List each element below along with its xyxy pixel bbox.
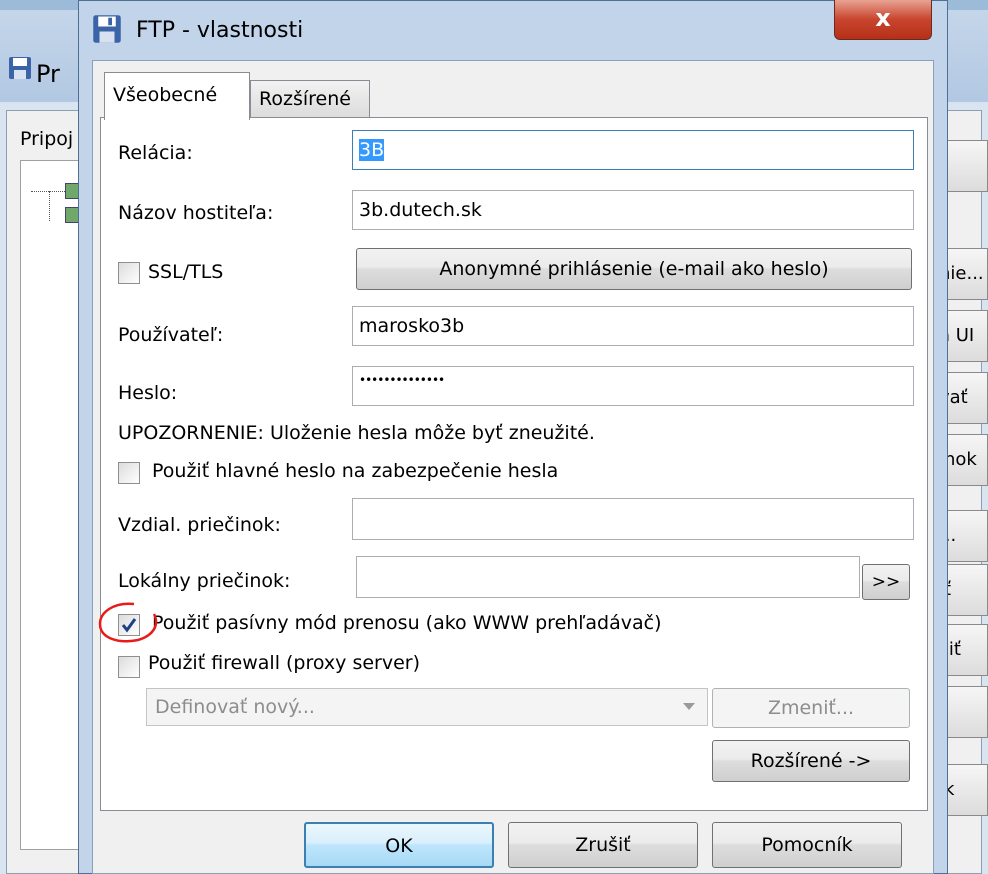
red-circle-annotation-icon: [98, 602, 158, 643]
master-password-checkbox[interactable]: [118, 462, 140, 484]
passive-mode-label: Použiť pasívny mód prenosu (ako WWW preh…: [152, 612, 662, 634]
change-proxy-button[interactable]: Zmeniť...: [712, 688, 910, 728]
help-button[interactable]: Pomocník: [712, 822, 902, 868]
local-folder-input[interactable]: [356, 556, 860, 598]
firewall-label: Použiť firewall (proxy server): [148, 652, 421, 674]
firewall-checkbox[interactable]: [118, 656, 140, 678]
browse-local-folder-button[interactable]: >>: [862, 564, 910, 600]
hostname-input[interactable]: 3b.dutech.sk: [352, 190, 914, 230]
anonymous-login-button[interactable]: Anonymné prihlásenie (e-mail ako heslo): [356, 248, 912, 290]
password-input[interactable]: ••••••••••••••: [352, 366, 914, 406]
background-window-label: Pripoj: [20, 128, 74, 150]
close-icon: x: [875, 4, 891, 32]
local-folder-label: Lokálny priečinok:: [118, 570, 291, 592]
cancel-button[interactable]: Zrušiť: [508, 822, 698, 868]
ssl-label: SSL/TLS: [148, 261, 224, 283]
password-warning-text: UPOZORNENIE: Uloženie hesla môže byť zne…: [118, 422, 595, 444]
tab-advanced[interactable]: Rozšírené: [250, 80, 370, 118]
background-window-title: Pr: [36, 60, 60, 88]
proxy-select-value: Definovať nový...: [155, 696, 315, 718]
remote-folder-input[interactable]: [352, 498, 914, 540]
user-label: Používateľ:: [118, 324, 224, 346]
ssl-checkbox[interactable]: [118, 262, 140, 284]
master-password-label: Použiť hlavné heslo na zabezpečenie hesl…: [152, 460, 559, 482]
floppy-icon: [92, 14, 122, 44]
dialog-title: FTP - vlastnosti: [136, 18, 304, 43]
tab-general[interactable]: Všeobecné: [104, 72, 250, 120]
floppy-icon: [8, 56, 32, 80]
session-label: Relácia:: [118, 142, 193, 164]
remote-folder-label: Vzdial. priečinok:: [118, 514, 281, 536]
session-input[interactable]: 3B: [352, 130, 914, 170]
chevron-down-icon: [683, 703, 695, 710]
close-button[interactable]: x: [834, 0, 932, 40]
session-value: 3B: [359, 139, 385, 161]
proxy-select[interactable]: Definovať nový...: [146, 688, 708, 726]
hostname-label: Názov hostiteľa:: [118, 202, 274, 224]
ok-button[interactable]: OK: [304, 822, 494, 868]
password-label: Heslo:: [118, 382, 178, 404]
user-input[interactable]: marosko3b: [352, 306, 914, 346]
advanced-button[interactable]: Rozšírené ->: [712, 740, 910, 782]
